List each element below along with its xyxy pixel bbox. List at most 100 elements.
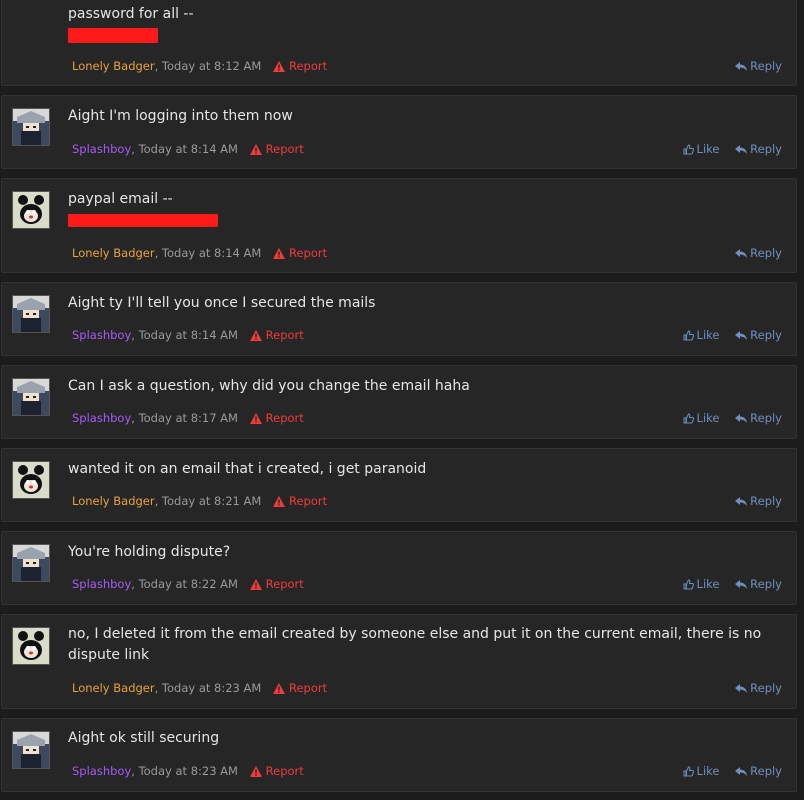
- author-link[interactable]: Splashboy: [72, 764, 131, 778]
- avatar[interactable]: [12, 461, 50, 499]
- avatar-ninja-icon: [13, 379, 49, 415]
- post-meta: Lonely Badger, Today at 8:14 AM Report: [72, 246, 327, 260]
- report-link[interactable]: Report: [249, 577, 304, 591]
- post-time: , Today at 8:14 AM: [154, 246, 262, 260]
- like-button[interactable]: Like: [683, 764, 719, 778]
- post-actions: Like Reply: [671, 764, 782, 778]
- like-button[interactable]: Like: [683, 577, 719, 591]
- post-meta: Lonely Badger, Today at 8:23 AM Report: [72, 681, 327, 695]
- avatar[interactable]: [12, 731, 50, 769]
- reply-icon: [735, 331, 748, 340]
- post-meta: Lonely Badger, Today at 8:12 AM Report: [72, 59, 327, 73]
- post: Can I ask a question, why did you change…: [1, 365, 797, 439]
- post: paypal email -- Lonely Badger, Today at …: [1, 178, 797, 273]
- post-text: wanted it on an email that i created, i …: [68, 461, 427, 477]
- post-meta: Splashboy, Today at 8:14 AM Report: [72, 328, 304, 342]
- post-meta: Splashboy, Today at 8:14 AM Report: [72, 142, 304, 156]
- author-link[interactable]: Lonely Badger: [72, 59, 155, 73]
- post-message: wanted it on an email that i created, i …: [68, 459, 782, 480]
- report-link[interactable]: Report: [249, 328, 304, 342]
- report-link[interactable]: Report: [272, 681, 327, 695]
- report-link[interactable]: Report: [249, 411, 304, 425]
- reply-icon: [735, 145, 748, 154]
- reply-icon: [735, 497, 748, 506]
- like-button[interactable]: Like: [683, 411, 719, 425]
- author-link[interactable]: Lonely Badger: [72, 246, 155, 260]
- post-time: , Today at 8:17 AM: [131, 411, 238, 425]
- avatar[interactable]: [12, 544, 50, 582]
- warning-icon: [249, 766, 262, 777]
- report-link[interactable]: Report: [272, 59, 327, 73]
- thread-posts: password for all -- Lonely Badger, Today…: [0, 0, 804, 800]
- post-time: , Today at 8:23 AM: [154, 681, 262, 695]
- post-actions: Reply: [723, 681, 782, 695]
- post-message: Aight ty I'll tell you once I secured th…: [68, 293, 782, 314]
- post-actions: Like Reply: [671, 142, 782, 156]
- author-link[interactable]: Splashboy: [72, 577, 131, 591]
- avatar[interactable]: [12, 191, 50, 229]
- warning-icon: [249, 330, 262, 341]
- report-link[interactable]: Report: [272, 494, 327, 508]
- post-actions: Like Reply: [671, 411, 782, 425]
- post-time: , Today at 8:21 AM: [154, 494, 262, 508]
- like-button[interactable]: Like: [683, 328, 719, 342]
- avatar-cartoon-icon: [13, 192, 49, 228]
- post-message: password for all --: [68, 4, 782, 43]
- reply-button[interactable]: Reply: [735, 59, 782, 73]
- reply-button[interactable]: Reply: [735, 681, 782, 695]
- post-time: , Today at 8:12 AM: [154, 59, 262, 73]
- report-link[interactable]: Report: [249, 764, 304, 778]
- like-button[interactable]: Like: [683, 142, 719, 156]
- reply-button[interactable]: Reply: [735, 764, 782, 778]
- avatar[interactable]: [12, 108, 50, 146]
- warning-icon: [272, 496, 285, 507]
- post-text: Aight ok still securing: [68, 730, 220, 746]
- post: Aight ty I'll tell you once I secured th…: [1, 282, 797, 356]
- report-link[interactable]: Report: [249, 142, 304, 156]
- avatar[interactable]: [12, 295, 50, 333]
- post-actions: Reply: [723, 246, 782, 260]
- redacted-block: [68, 214, 218, 227]
- post-message: paypal email --: [68, 189, 782, 227]
- post: Aight I'm logging into them now Splashbo…: [1, 95, 797, 169]
- thumbs-up-icon: [683, 579, 694, 590]
- reply-button[interactable]: Reply: [735, 411, 782, 425]
- author-link[interactable]: Lonely Badger: [72, 494, 155, 508]
- redacted-block: [68, 28, 158, 43]
- post-text: Aight ty I'll tell you once I secured th…: [68, 295, 376, 311]
- warning-icon: [272, 248, 285, 259]
- thumbs-up-icon: [683, 766, 694, 777]
- post-text: You're holding dispute?: [68, 544, 231, 560]
- post: password for all -- Lonely Badger, Today…: [1, 0, 797, 86]
- author-link[interactable]: Splashboy: [72, 142, 131, 156]
- author-link[interactable]: Lonely Badger: [72, 681, 155, 695]
- post-text: password for all --: [68, 6, 194, 22]
- post-meta: Splashboy, Today at 8:22 AM Report: [72, 577, 304, 591]
- post: no, I deleted it from the email created …: [1, 614, 797, 709]
- reply-button[interactable]: Reply: [735, 246, 782, 260]
- avatar[interactable]: [12, 627, 50, 665]
- post-message: Aight I'm logging into them now: [68, 106, 782, 127]
- post-time: , Today at 8:14 AM: [131, 142, 238, 156]
- reply-icon: [735, 684, 748, 693]
- warning-icon: [272, 61, 285, 72]
- reply-button[interactable]: Reply: [735, 494, 782, 508]
- post-meta: Splashboy, Today at 8:23 AM Report: [72, 764, 304, 778]
- thumbs-up-icon: [683, 330, 694, 341]
- avatar-ninja-icon: [13, 732, 49, 768]
- avatar-ninja-icon: [13, 545, 49, 581]
- reply-button[interactable]: Reply: [735, 577, 782, 591]
- post: wanted it on an email that i created, i …: [1, 448, 797, 522]
- reply-button[interactable]: Reply: [735, 328, 782, 342]
- author-link[interactable]: Splashboy: [72, 328, 131, 342]
- avatar[interactable]: [12, 378, 50, 416]
- post-text: paypal email --: [68, 191, 173, 207]
- post-time: , Today at 8:14 AM: [131, 328, 238, 342]
- post-message: Can I ask a question, why did you change…: [68, 376, 782, 397]
- reply-button[interactable]: Reply: [735, 142, 782, 156]
- author-link[interactable]: Splashboy: [72, 411, 131, 425]
- post-message: You're holding dispute?: [68, 542, 782, 563]
- reply-icon: [735, 767, 748, 776]
- report-link[interactable]: Report: [272, 246, 327, 260]
- thumbs-up-icon: [683, 413, 694, 424]
